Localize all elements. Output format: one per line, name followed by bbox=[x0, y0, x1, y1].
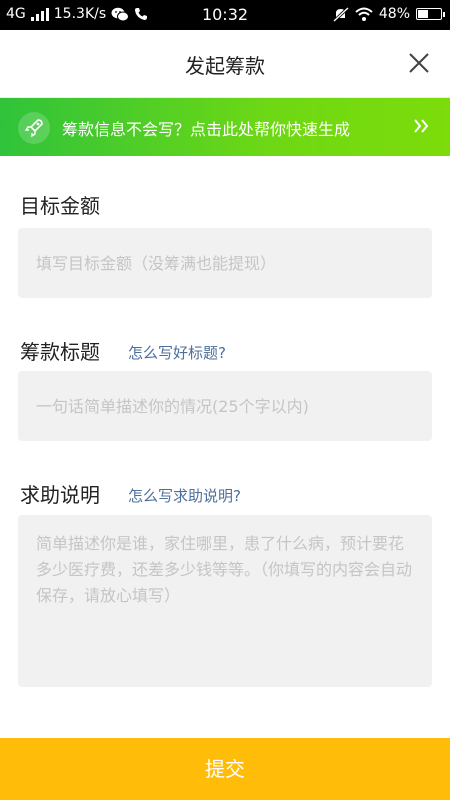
wifi-icon bbox=[355, 7, 373, 21]
help-description-label: 求助说明 bbox=[20, 483, 100, 507]
close-icon[interactable] bbox=[408, 52, 430, 74]
quick-generate-banner[interactable]: 筹款信息不会写？点击此处帮你快速生成 bbox=[0, 98, 450, 156]
banner-text: 筹款信息不会写？点击此处帮你快速生成 bbox=[62, 120, 351, 139]
fundraise-title-input[interactable] bbox=[18, 371, 432, 441]
mute-icon bbox=[332, 6, 349, 22]
status-bar: 4G 15.3K/s 10:32 48% bbox=[0, 0, 450, 30]
target-amount-input[interactable] bbox=[18, 228, 432, 298]
rocket-icon bbox=[18, 112, 50, 144]
status-right: 48% bbox=[332, 6, 445, 22]
battery-percent: 48% bbox=[378, 6, 410, 22]
fundraise-title-label: 筹款标题 bbox=[20, 340, 100, 364]
battery-icon bbox=[416, 8, 445, 20]
battery-level bbox=[418, 10, 428, 18]
help-description-textarea[interactable] bbox=[18, 515, 432, 687]
title-help-link[interactable]: 怎么写好标题? bbox=[128, 342, 226, 363]
page-title: 发起筹款 bbox=[185, 54, 265, 78]
target-amount-label: 目标金额 bbox=[20, 194, 100, 218]
description-help-link[interactable]: 怎么写求助说明? bbox=[128, 485, 241, 506]
double-chevron-right-icon bbox=[414, 119, 429, 133]
submit-button[interactable]: 提交 bbox=[0, 738, 450, 800]
nav-bar: 发起筹款 bbox=[0, 30, 450, 98]
